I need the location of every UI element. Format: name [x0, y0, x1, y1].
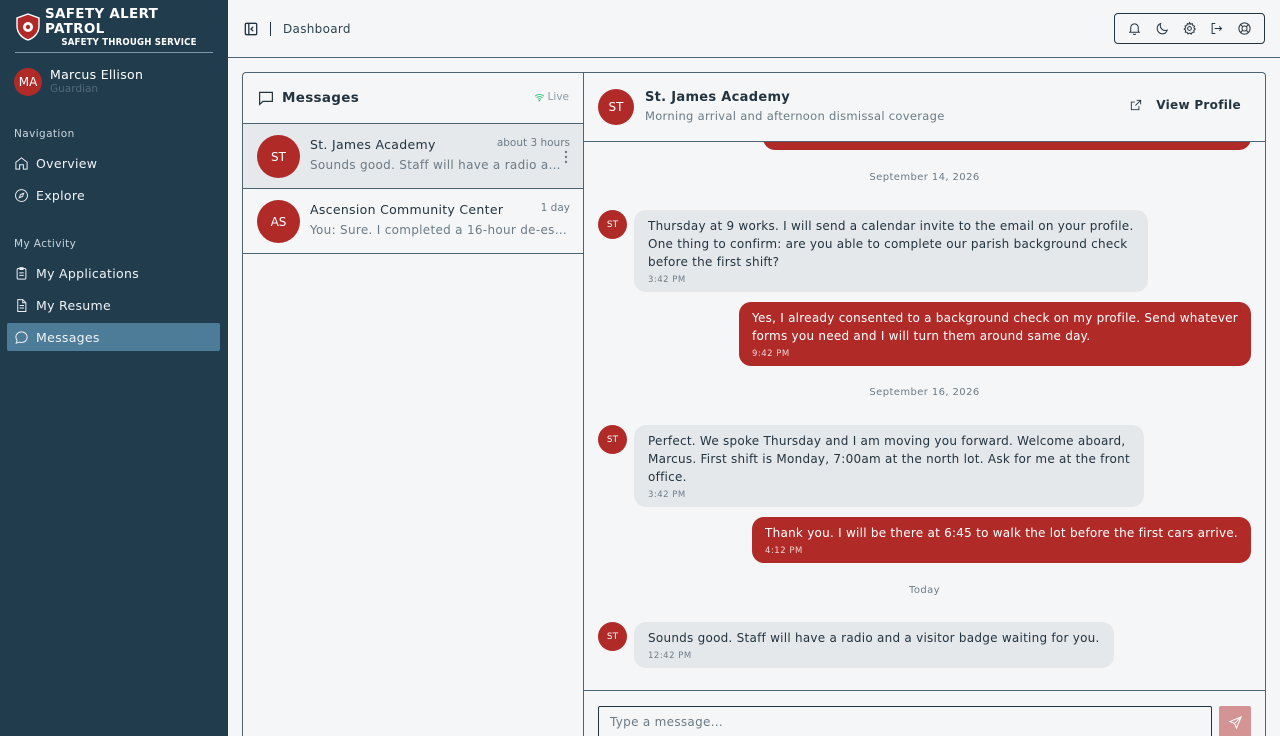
breadcrumb-divider	[270, 21, 271, 36]
previous-message-bubble	[763, 142, 1251, 150]
user-profile[interactable]: MA Marcus Ellison Guardian	[0, 53, 228, 111]
sidebar-item-my-applications[interactable]: My Applications	[7, 259, 220, 287]
message-line: One thing to confirm: are you able to co…	[648, 237, 1128, 251]
conversation-time: 1 day	[540, 202, 570, 214]
message-line: Marcus. First shift is Monday, 7:00am at…	[648, 452, 1130, 466]
wifi-icon	[534, 93, 544, 102]
message-time: 12:42 PM	[648, 651, 692, 661]
sidebar-item-label: Messages	[36, 329, 100, 345]
top-actions	[1114, 13, 1265, 44]
chat-avatar: ST	[598, 89, 634, 125]
message-time: 9:42 PM	[751, 349, 790, 359]
message-square-icon	[259, 91, 273, 106]
sidebar: SAFETY ALERT PATROL SAFETY THROUGH SERVI…	[0, 0, 228, 736]
conversation-preview: You: Sure. I completed a 16-hour de-esca…	[310, 223, 568, 237]
chat-panel: ST St. James Academy Morning arrival and…	[583, 72, 1266, 736]
conversation-list-header: Messages Live	[243, 73, 584, 124]
message-time: 4:12 PM	[765, 546, 803, 556]
conversation-avatar: ST	[257, 135, 300, 178]
message-line: Perfect. We spoke Thursday and I am movi…	[648, 434, 1126, 448]
home-icon	[15, 156, 28, 170]
conversation-item[interactable]: ST St. James Academy Sounds good. Staff …	[243, 124, 584, 189]
support-icon[interactable]	[1237, 21, 1252, 36]
view-profile-label: View Profile	[1156, 98, 1241, 112]
live-status: Live	[534, 91, 569, 103]
conversation-item[interactable]: AS Ascension Community Center You: Sure.…	[243, 189, 584, 254]
message-line: Sounds good. Staff will have a radio and…	[648, 631, 1100, 645]
brand-title: SAFETY ALERT PATROL	[45, 5, 159, 37]
message-line: before the first shift?	[648, 255, 780, 269]
message-time: 3:42 PM	[648, 490, 686, 500]
message-line: Thank you. I will be there at 6:45 to wa…	[765, 526, 1238, 540]
outgoing-message: Yes, I already consented to a background…	[738, 302, 1251, 366]
gear-icon[interactable]	[1182, 21, 1197, 36]
sidebar-item-explore[interactable]: Explore	[7, 181, 220, 209]
message-line: forms you need and I will turn them arou…	[751, 329, 1091, 343]
sidebar-item-overview[interactable]: Overview	[7, 149, 220, 177]
message-time: 3:42 PM	[648, 275, 686, 285]
message-avatar: ST	[598, 210, 627, 239]
user-avatar: MA	[14, 68, 42, 96]
message-line: Thursday at 9 works. I will send a calen…	[648, 219, 1134, 233]
breadcrumb[interactable]: Dashboard	[283, 22, 351, 36]
message-bubble: Sounds good. Staff will have a radio and…	[634, 622, 1114, 668]
document-icon	[17, 298, 27, 312]
conversation-list: Messages Live ST St. James Academy Sound…	[242, 72, 584, 736]
incoming-message: ST Thursday at 9 works. I will send a ca…	[598, 210, 1148, 292]
message-bubble: Thursday at 9 works. I will send a calen…	[634, 210, 1148, 292]
conversation-time: about 3 hours	[496, 137, 570, 149]
message-line: Yes, I already consented to a background…	[751, 311, 1238, 325]
user-role: Guardian	[50, 83, 99, 95]
sidebar-item-label: Explore	[36, 187, 86, 203]
incoming-message: ST Perfect. We spoke Thursday and I am m…	[598, 425, 1144, 507]
chat-bubble-icon	[15, 330, 28, 344]
top-bar: Dashboard	[228, 0, 1280, 58]
chat-contact-subtitle: Morning arrival and afternoon dismissal …	[645, 109, 945, 123]
chat-header: ST St. James Academy Morning arrival and…	[584, 73, 1265, 142]
message-bubble: Perfect. We spoke Thursday and I am movi…	[634, 425, 1144, 507]
conversation-list-title: Messages	[282, 90, 360, 106]
outgoing-message: Thank you. I will be there at 6:45 to wa…	[752, 517, 1251, 563]
sidebar-item-label: My Applications	[36, 265, 140, 281]
date-separator: Today	[909, 585, 940, 596]
message-composer	[584, 690, 1265, 736]
clipboard-icon	[16, 266, 27, 280]
sidebar-collapse-icon[interactable]	[244, 22, 258, 36]
shield-logo-icon	[16, 13, 40, 41]
message-line: office.	[648, 470, 687, 484]
conversation-preview: Sounds good. Staff will have a radio and…	[310, 158, 568, 172]
view-profile-button[interactable]: View Profile	[1129, 98, 1241, 112]
more-vertical-icon[interactable]	[564, 150, 568, 164]
date-separator: September 14, 2026	[869, 172, 980, 183]
sidebar-item-messages[interactable]: Messages	[7, 323, 220, 351]
compass-icon	[15, 188, 28, 202]
send-button[interactable]	[1219, 706, 1251, 736]
conversation-name: Ascension Community Center	[310, 202, 504, 217]
bell-icon[interactable]	[1127, 21, 1142, 36]
message-thread[interactable]: September 14, 2026 ST Thursday at 9 work…	[584, 142, 1265, 690]
incoming-message: ST Sounds good. Staff will have a radio …	[598, 622, 1114, 668]
conversation-avatar: AS	[257, 200, 300, 243]
chat-contact-name: St. James Academy	[645, 90, 791, 105]
date-separator: September 16, 2026	[869, 387, 980, 398]
send-icon	[1228, 715, 1242, 729]
moon-icon[interactable]	[1155, 21, 1170, 36]
message-avatar: ST	[598, 622, 627, 651]
brand-subtitle: SAFETY THROUGH SERVICE	[61, 36, 197, 48]
logout-icon[interactable]	[1209, 21, 1224, 36]
sidebar-item-label: My Resume	[36, 297, 111, 313]
live-label: Live	[547, 91, 569, 103]
nav-section-label: Navigation	[14, 128, 75, 140]
sidebar-item-label: Overview	[36, 155, 98, 171]
message-avatar: ST	[598, 425, 627, 454]
sidebar-item-my-resume[interactable]: My Resume	[7, 291, 220, 319]
activity-section-label: My Activity	[14, 238, 77, 250]
external-link-icon	[1131, 99, 1142, 111]
user-name: Marcus Ellison	[50, 67, 144, 82]
brand[interactable]: SAFETY ALERT PATROL SAFETY THROUGH SERVI…	[15, 0, 213, 53]
message-input[interactable]	[598, 706, 1212, 736]
